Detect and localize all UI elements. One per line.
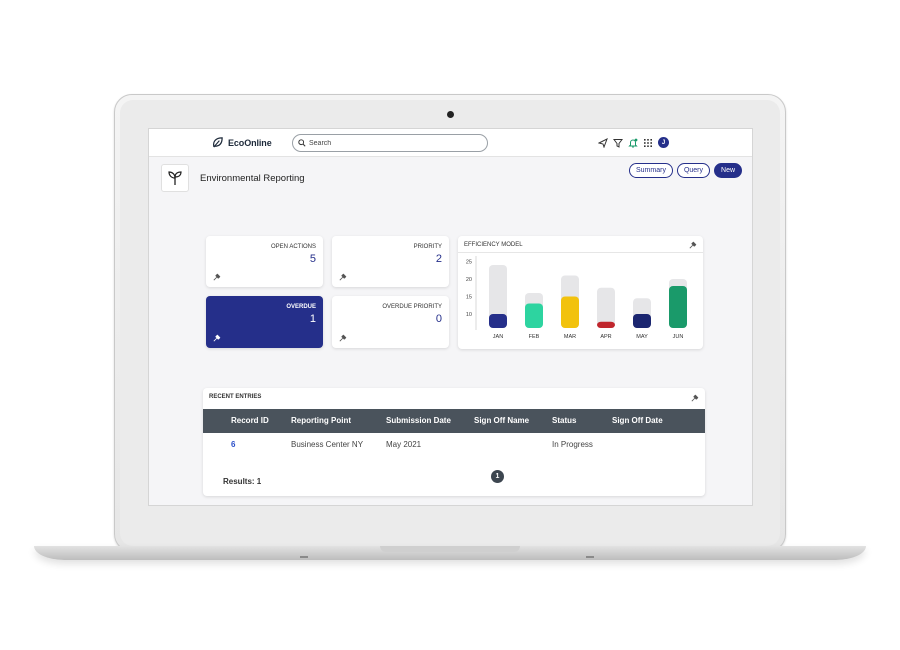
priority-card[interactable]: PRIORITY 2 [332,236,449,287]
recent-title: RECENT ENTRIES [209,394,262,400]
card-value: 5 [309,253,316,265]
x-tick-label: JAN [493,334,503,340]
bar-value [669,286,687,328]
filter-icon[interactable] [613,138,623,148]
card-label: OPEN ACTIONS [270,244,316,250]
page-title: Environmental Reporting [200,173,305,184]
recent-entries-panel: RECENT ENTRIES Record ID Reporting Point… [203,388,705,496]
efficiency-chart-card: EFFICIENCY MODEL 10 15 20 25 JAN FEB MAR APR MAY… [458,236,703,349]
x-tick-label: APR [600,334,611,340]
y-tick-label: 20 [466,277,472,283]
pin-icon[interactable] [339,273,347,281]
pin-icon[interactable] [339,334,347,342]
overdue-card[interactable]: OVERDUE 1 [206,296,323,348]
status-cell: In Progress [552,440,593,449]
pin-icon[interactable] [213,273,221,281]
search-icon [298,139,306,147]
laptop-foot [300,556,308,558]
results-count: Results: 1 [223,477,262,486]
x-tick-label: MAR [564,334,576,340]
card-value: 0 [435,313,442,325]
sprout-icon [168,171,182,185]
y-tick-label: 10 [466,312,472,318]
record-id-link[interactable]: 6 [231,440,235,449]
bar-value [489,314,507,328]
column-header[interactable]: Sign Off Name [474,416,529,425]
top-bar: EcoOnline Search J [149,129,752,157]
column-header[interactable]: Status [552,416,576,425]
overdue-priority-card[interactable]: OVERDUE PRIORITY 0 [332,296,449,348]
bar-value [633,314,651,328]
table-header: Record ID Reporting Point Submission Dat… [203,409,705,433]
app-screen: EcoOnline Search J Environmental Reporti… [148,128,753,506]
x-tick-label: FEB [529,334,540,340]
app-name: EcoOnline [228,137,272,148]
query-button[interactable]: Query [676,163,711,178]
efficiency-bar-chart: 10 15 20 25 JAN FEB MAR APR MAY JUN [466,256,687,340]
page-icon [161,164,189,192]
summary-button[interactable]: Summary [629,163,673,178]
bar-value [597,321,615,328]
x-tick-label: JUN [673,334,684,340]
bar-value [525,303,543,328]
user-avatar[interactable]: J [658,137,669,148]
bell-icon[interactable] [628,138,638,148]
camera-dot [447,111,454,118]
bar-value [561,296,579,328]
column-header[interactable]: Record ID [231,416,269,425]
reporting-point-cell: Business Center NY [291,440,364,449]
column-header[interactable]: Submission Date [386,416,451,425]
pagination-page[interactable]: 1 [491,470,504,483]
column-header[interactable]: Reporting Point [291,416,351,425]
open-actions-card[interactable]: OPEN ACTIONS 5 [206,236,323,287]
send-icon[interactable] [598,137,608,148]
card-value: 1 [309,313,316,325]
card-label: OVERDUE PRIORITY [382,304,442,310]
page-actions: Summary Query New [629,163,743,178]
new-button[interactable]: New [714,163,743,178]
y-tick-label: 25 [466,260,472,266]
top-icons: J [598,137,669,148]
search-input[interactable] [309,139,469,147]
laptop-foot [586,556,594,558]
y-tick-label: 15 [466,295,472,301]
pin-icon[interactable] [691,394,699,402]
x-tick-label: MAY [636,334,648,340]
stage: EcoOnline Search J Environmental Reporti… [0,0,900,650]
leaf-logo-icon [213,137,223,148]
apps-grid-icon[interactable] [643,138,653,148]
card-label: OVERDUE [286,304,316,310]
laptop-notch [380,546,520,552]
pin-icon[interactable] [213,334,221,342]
search-box[interactable] [292,134,488,152]
app-logo[interactable]: EcoOnline [211,136,272,149]
submission-date-cell: May 2021 [386,440,422,449]
card-label: PRIORITY [413,244,442,250]
card-value: 2 [435,253,442,265]
column-header[interactable]: Sign Off Date [612,416,663,425]
